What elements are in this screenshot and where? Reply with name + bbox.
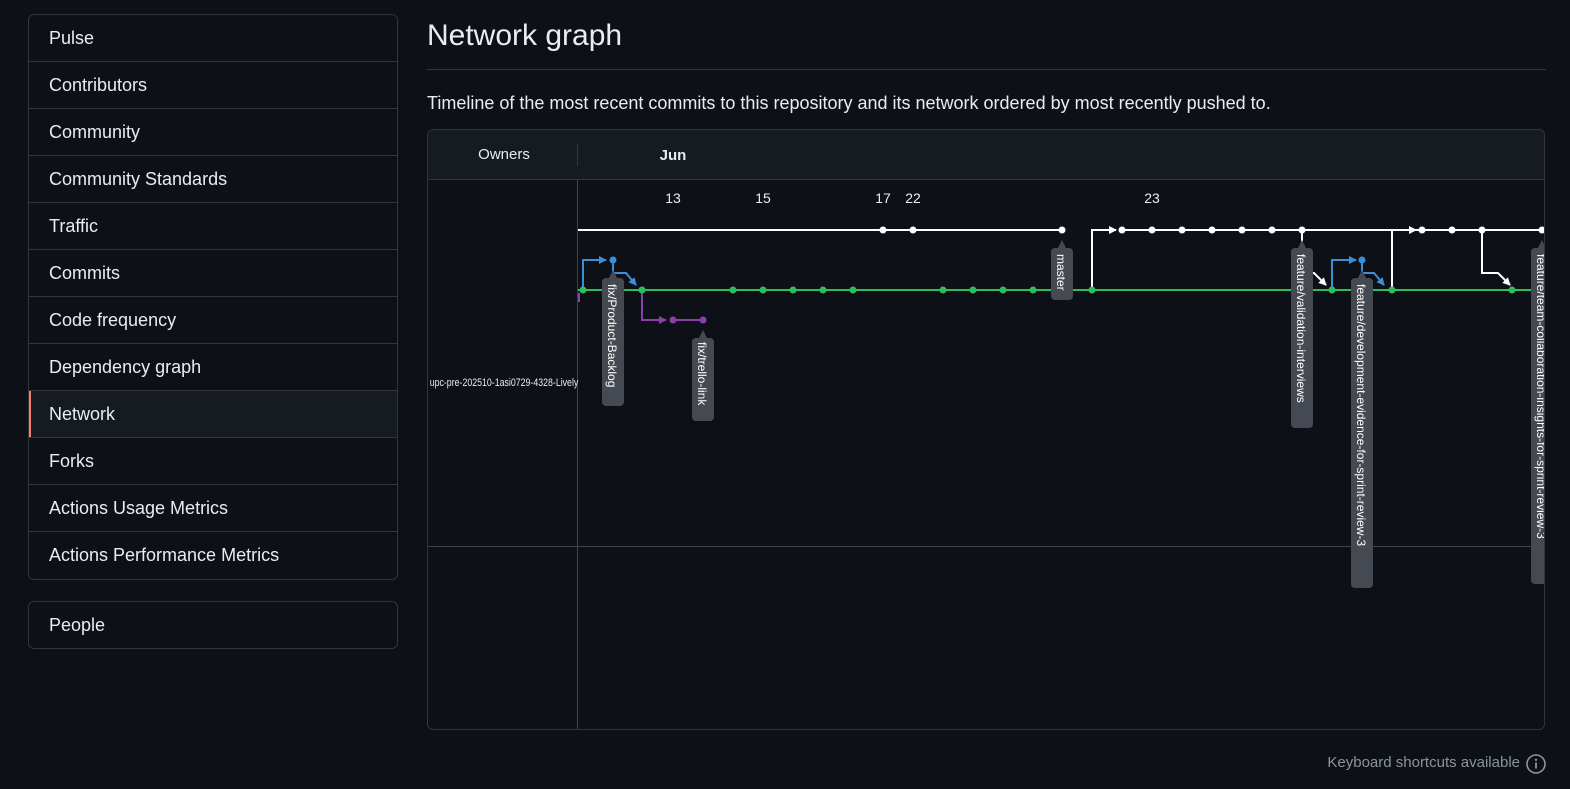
commit-dot[interactable]: [1238, 226, 1246, 234]
commit-dot[interactable]: [1478, 226, 1486, 234]
merge-arrow: [1391, 226, 1417, 290]
commit-dot[interactable]: [1328, 286, 1336, 294]
branch-label-feature-team-collaboration[interactable]: feature/team-collaboration-insights-for-…: [1531, 240, 1545, 584]
branch-label-feature-development-evidence[interactable]: feature/development-evidence-for-sprint-…: [1351, 270, 1373, 588]
nav-item-contributors[interactable]: Contributors: [29, 62, 397, 109]
network-graph[interactable]: Owners Jun 13 15 17 22 23 upc-pre-202510…: [427, 129, 1545, 730]
commit-dot[interactable]: [1148, 226, 1156, 234]
commit-dot[interactable]: [1208, 226, 1216, 234]
commit-dot[interactable]: [819, 286, 827, 294]
commit-dot[interactable]: [1178, 226, 1186, 234]
day-label: 22: [905, 190, 921, 206]
day-label: 15: [755, 190, 771, 206]
people-nav: People: [28, 601, 398, 649]
svg-text:fix/trello-link: fix/trello-link: [695, 342, 709, 406]
commit-dot[interactable]: [1538, 226, 1546, 234]
nav-item-code-frequency[interactable]: Code frequency: [29, 297, 397, 344]
commit-dot[interactable]: [1268, 226, 1276, 234]
svg-text:feature/development-evidence-f: feature/development-evidence-for-sprint-…: [1354, 284, 1368, 546]
commit-dot[interactable]: [1388, 286, 1396, 294]
day-label: 13: [665, 190, 681, 206]
commit-dot[interactable]: [879, 226, 887, 234]
day-label: 17: [875, 190, 891, 206]
nav-item-commits[interactable]: Commits: [29, 250, 397, 297]
keyboard-shortcuts-hint[interactable]: Keyboard shortcuts available: [1327, 754, 1520, 771]
commit-dot[interactable]: [849, 286, 857, 294]
commit-dot[interactable]: [1508, 286, 1516, 294]
title-divider: [427, 69, 1546, 70]
nav-item-community[interactable]: Community: [29, 109, 397, 156]
branch-label-master[interactable]: master: [1051, 240, 1073, 300]
nav-item-traffic[interactable]: Traffic: [29, 203, 397, 250]
commit-dot[interactable]: [789, 286, 797, 294]
commit-dot[interactable]: [909, 226, 917, 234]
commit-dot[interactable]: [1029, 286, 1037, 294]
commit-dot[interactable]: [1058, 226, 1066, 234]
nav-item-forks[interactable]: Forks: [29, 438, 397, 485]
nav-item-network[interactable]: Network: [29, 391, 397, 438]
commit-dot[interactable]: [729, 286, 737, 294]
page-description: Timeline of the most recent commits to t…: [427, 93, 1271, 113]
svg-text:feature/team-collaboration-ins: feature/team-collaboration-insights-for-…: [1534, 254, 1545, 539]
page-title: Network graph: [427, 19, 623, 52]
svg-text:master: master: [1054, 254, 1068, 291]
commit-dot[interactable]: [1358, 256, 1366, 264]
commit-dot[interactable]: [1448, 226, 1456, 234]
merge-arrow: [1481, 230, 1511, 286]
info-icon[interactable]: [1525, 753, 1547, 775]
nav-item-dependency-graph[interactable]: Dependency graph: [29, 344, 397, 391]
commit-dot[interactable]: [1088, 286, 1096, 294]
commit-dot[interactable]: [638, 286, 646, 294]
commit-dot[interactable]: [999, 286, 1007, 294]
commit-dot[interactable]: [579, 286, 587, 294]
branch-label-fix-trello-link[interactable]: fix/trello-link: [692, 330, 714, 421]
commit-dot[interactable]: [609, 256, 617, 264]
commit-dot[interactable]: [669, 316, 677, 324]
commit-dot[interactable]: [969, 286, 977, 294]
owner-name[interactable]: upc-pre-202510-1asi0729-4328-Lively: [430, 377, 579, 389]
commit-dot[interactable]: [1118, 226, 1126, 234]
insights-nav: Pulse Contributors Community Community S…: [28, 14, 398, 580]
branch-label-feature-validation-interviews[interactable]: feature/validation-interviews: [1291, 240, 1313, 428]
branch-label-fix-product-backlog[interactable]: fix/Product-Backlog: [602, 270, 624, 406]
day-label: 23: [1144, 190, 1160, 206]
month-label: Jun: [660, 147, 687, 164]
network-graph-canvas[interactable]: Owners Jun 13 15 17 22 23 upc-pre-202510…: [428, 130, 1545, 730]
nav-item-pulse[interactable]: Pulse: [29, 15, 397, 62]
nav-item-actions-usage-metrics[interactable]: Actions Usage Metrics: [29, 485, 397, 532]
nav-item-community-standards[interactable]: Community Standards: [29, 156, 397, 203]
svg-text:feature/validation-interviews: feature/validation-interviews: [1294, 254, 1308, 403]
branch-arrow: [641, 290, 667, 324]
commit-dot[interactable]: [1298, 226, 1306, 234]
nav-item-people[interactable]: People: [29, 602, 397, 648]
nav-item-actions-performance-metrics[interactable]: Actions Performance Metrics: [29, 532, 397, 579]
owners-header: Owners: [478, 146, 530, 163]
commit-dot[interactable]: [939, 286, 947, 294]
commit-dot[interactable]: [759, 286, 767, 294]
commit-dot[interactable]: [699, 316, 707, 324]
svg-text:fix/Product-Backlog: fix/Product-Backlog: [605, 284, 619, 387]
commit-dot[interactable]: [1418, 226, 1426, 234]
graph-header: [428, 130, 1544, 179]
fix-commits[interactable]: [609, 256, 1366, 264]
merge-arrow: [1091, 226, 1117, 290]
